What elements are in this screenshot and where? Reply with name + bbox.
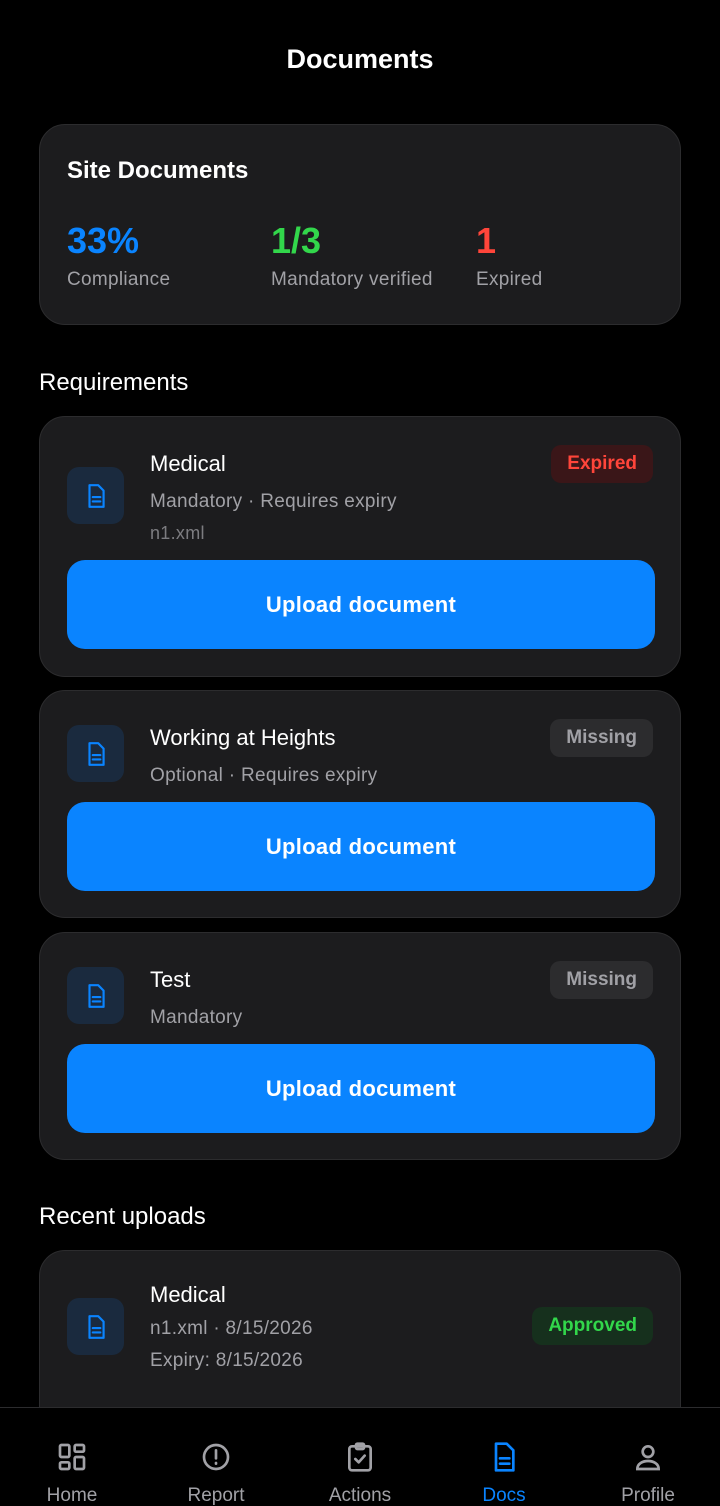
tab-label: Actions	[328, 1485, 392, 1506]
site-documents-title: Site Documents	[67, 157, 249, 184]
expired-value: 1	[476, 220, 497, 261]
tab-home[interactable]: Home	[0, 1408, 144, 1506]
document-icon	[67, 1298, 124, 1355]
site-documents-card: Site Documents 33% Compliance 1/3 Mandat…	[39, 124, 681, 325]
bottom-tab-bar: Home Report Actions Docs Profile	[0, 1407, 720, 1506]
tab-label: Report	[187, 1485, 245, 1506]
mandatory-verified-value: 1/3	[271, 220, 322, 261]
requirement-subtitle: Mandatory · Requires expiry	[150, 491, 397, 512]
requirement-card: Test Mandatory Missing Upload document	[39, 932, 681, 1160]
tab-profile[interactable]: Profile	[576, 1408, 720, 1506]
recent-uploads-heading: Recent uploads	[39, 1203, 206, 1230]
requirements-heading: Requirements	[39, 369, 189, 396]
page-title: Documents	[286, 44, 434, 74]
upload-expiry: Expiry: 8/15/2026	[150, 1350, 303, 1371]
tab-actions[interactable]: Actions	[288, 1408, 432, 1506]
document-icon	[67, 967, 124, 1024]
compliance-stat: 33% Compliance	[67, 221, 170, 291]
requirement-card: Working at Heights Optional · Requires e…	[39, 690, 681, 918]
document-icon	[494, 1442, 515, 1472]
requirement-name: Working at Heights	[150, 725, 336, 750]
user-icon	[635, 1445, 661, 1471]
status-badge: Missing	[550, 961, 653, 999]
tab-label: Home	[46, 1485, 98, 1506]
upload-document-button[interactable]: Upload document	[67, 560, 655, 649]
upload-name: Medical	[150, 1282, 226, 1307]
requirement-file: n1.xml	[150, 523, 205, 543]
clipboard-check-icon	[348, 1442, 372, 1472]
tab-label: Docs	[482, 1485, 526, 1506]
upload-document-button[interactable]: Upload document	[67, 1044, 655, 1133]
status-badge: Expired	[551, 445, 653, 483]
requirement-name: Test	[150, 967, 191, 992]
status-badge: Approved	[532, 1307, 653, 1345]
requirement-name: Medical	[150, 451, 226, 476]
expired-stat: 1 Expired	[476, 221, 543, 291]
tab-docs[interactable]: Docs	[432, 1408, 576, 1506]
requirement-card: Medical Mandatory · Requires expiry n1.x…	[39, 416, 681, 677]
tab-label: Profile	[621, 1485, 675, 1506]
mandatory-verified-label: Mandatory verified	[271, 269, 433, 290]
requirement-subtitle: Mandatory	[150, 1007, 243, 1028]
tab-report[interactable]: Report	[144, 1408, 288, 1506]
expired-label: Expired	[476, 269, 543, 290]
document-icon	[67, 467, 124, 524]
dashboard-icon	[58, 1443, 86, 1471]
alert-circle-icon	[202, 1443, 230, 1471]
requirement-subtitle: Optional · Requires expiry	[150, 765, 378, 786]
upload-file-date: n1.xml · 8/15/2026	[150, 1318, 313, 1339]
document-icon	[67, 725, 124, 782]
upload-document-button[interactable]: Upload document	[67, 802, 655, 891]
status-badge: Missing	[550, 719, 653, 757]
mandatory-verified-stat: 1/3 Mandatory verified	[271, 221, 433, 291]
compliance-label: Compliance	[67, 269, 171, 290]
compliance-value: 33%	[67, 220, 140, 261]
